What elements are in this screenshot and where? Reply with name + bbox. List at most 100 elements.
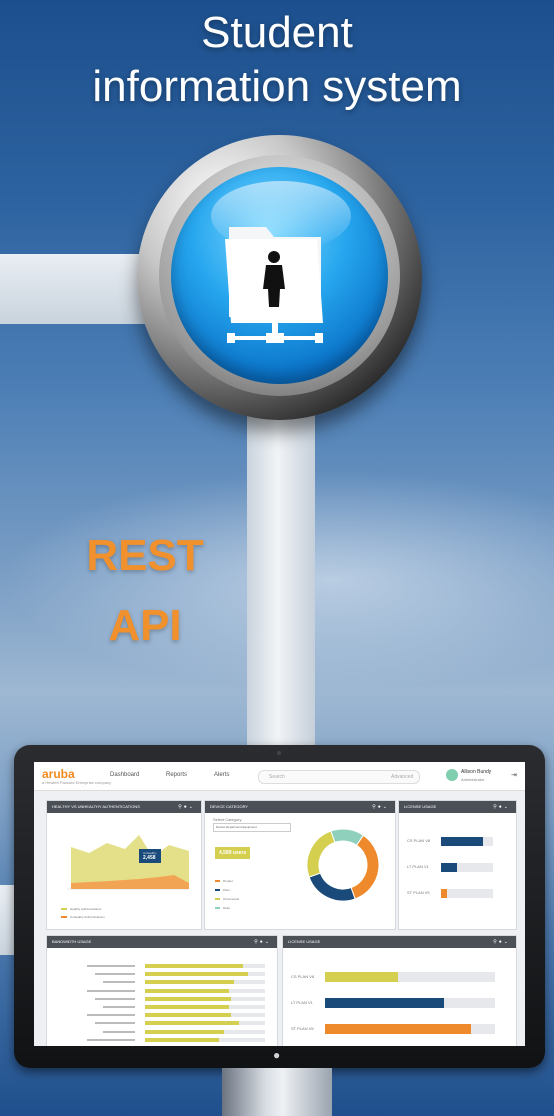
- page-title: Student information system: [0, 6, 554, 114]
- bandwidth-panel: BANDWIDTH USAGE ⚲●⌄: [46, 935, 278, 1046]
- bandwidth-label-placeholder: [87, 1014, 135, 1017]
- legend-swatch: [215, 880, 220, 882]
- bandwidth-bar: [145, 972, 249, 977]
- search-placeholder: Search: [269, 774, 285, 780]
- bandwidth-bar: [145, 1037, 220, 1042]
- license-bar: [325, 1024, 472, 1034]
- select-value: Device Department Equipment: [216, 825, 257, 829]
- device-donut-chart: [306, 828, 380, 902]
- legend-item: Droplet: [215, 879, 239, 883]
- connector-vertical: [247, 400, 315, 750]
- license-bar: [325, 972, 399, 982]
- panel-header: BANDWIDTH USAGE ⚲●⌄: [47, 936, 277, 948]
- bandwidth-label-placeholder: [87, 965, 135, 967]
- title-line-1: Student: [201, 8, 353, 57]
- panel-title: HEALTHY VS UNHEALTHY AUTHENTICATIONS: [52, 804, 140, 809]
- bandwidth-label-placeholder: [95, 973, 135, 976]
- tooltip-label: Unhealthy: [143, 851, 157, 855]
- bandwidth-bar: [145, 1005, 229, 1009]
- legend-item: Palm: [215, 888, 239, 892]
- bandwidth-label-placeholder: [103, 1006, 135, 1008]
- brand-logo[interactable]: aruba: [42, 767, 75, 781]
- legend-label: Droplet: [223, 879, 233, 883]
- panel-title: DEVICE CATEGORY: [210, 804, 249, 809]
- nav-dashboard[interactable]: Dashboard: [110, 772, 139, 778]
- legend-label: Palm: [223, 888, 230, 892]
- license-panel-large: LICENSE USAGE ⚲●⌄ CS PLAN V8 LT PLAN V1 ST …: [282, 935, 517, 1046]
- user-role: Administrator: [461, 777, 485, 782]
- license-bar: [441, 863, 457, 872]
- bandwidth-label-placeholder: [103, 981, 135, 984]
- bandwidth-label-placeholder: [95, 1022, 135, 1025]
- brand-subtitle: a Hewlett Packard Enterprise company: [42, 780, 112, 785]
- license-bar: [441, 889, 448, 898]
- panel-header: LICENSE USAGE ⚲●⌄: [399, 801, 516, 813]
- license-bar-label: LT PLAN V1: [291, 1000, 313, 1005]
- button-face: [171, 167, 388, 384]
- bandwidth-bar: [145, 996, 232, 1001]
- tooltip-value: 2,458: [143, 855, 156, 861]
- student-folder-network-icon: [225, 227, 323, 343]
- legend-label: Unhealthy Authentications: [70, 915, 105, 919]
- monitor-stand: [222, 1068, 332, 1116]
- title-line-2: information system: [92, 62, 462, 111]
- panel-header: LICENSE USAGE ⚲●⌄: [283, 936, 516, 948]
- license-bar-label: LT PLAN V1: [407, 864, 429, 869]
- bandwidth-bar: [145, 1029, 225, 1034]
- bandwidth-bar: [145, 988, 229, 993]
- panel-controls-icon[interactable]: ⚲●⌄: [178, 801, 195, 813]
- bandwidth-bar: [145, 980, 234, 985]
- legend-label: Chromecast: [223, 897, 240, 901]
- license-bar: [441, 837, 483, 846]
- donut-slice: [308, 872, 356, 902]
- advanced-search-link[interactable]: Advanced: [391, 774, 413, 780]
- student-information-system-button[interactable]: [137, 135, 422, 420]
- bandwidth-label-placeholder: [87, 989, 135, 992]
- nav-alerts[interactable]: Alerts: [214, 772, 229, 778]
- panel-title: LICENSE USAGE: [404, 804, 437, 809]
- camera: [277, 751, 281, 755]
- auth-area-chart: [67, 835, 189, 890]
- panel-title: BANDWIDTH USAGE: [52, 939, 92, 944]
- monitor: aruba a Hewlett Packard Enterprise compa…: [14, 745, 545, 1068]
- avatar[interactable]: [446, 769, 458, 781]
- panel-controls-icon[interactable]: ⚲●⌄: [493, 801, 510, 813]
- legend-swatch: [215, 898, 220, 900]
- nav-reports[interactable]: Reports: [166, 772, 187, 778]
- apple-logo-icon: ●: [273, 1048, 281, 1062]
- rest-api-label: REST API: [60, 521, 230, 661]
- bandwidth-label-placeholder: [95, 997, 135, 1000]
- category-select[interactable]: Device Department Equipment: [213, 823, 291, 832]
- panel-controls-icon[interactable]: ⚲●⌄: [372, 801, 389, 813]
- panel-header: HEALTHY VS UNHEALTHY AUTHENTICATIONS ⚲●⌄: [47, 801, 201, 813]
- panel-title: LICENSE USAGE: [288, 939, 321, 944]
- rest-label: REST: [86, 531, 204, 580]
- legend-label: Roku: [223, 906, 231, 910]
- panel-controls-icon[interactable]: ⚲●⌄: [493, 936, 510, 948]
- license-bar-label: CS PLAN V8: [291, 974, 315, 979]
- panel-header: DEVICE CATEGORY ⚲●⌄: [205, 801, 395, 813]
- bandwidth-bar: [145, 1013, 232, 1018]
- button-ring: [159, 155, 400, 396]
- legend-label: Healthy Authentications: [70, 907, 102, 911]
- license-bar-label: CS PLAN V8: [407, 838, 431, 843]
- legend-item: Chromecast: [215, 897, 239, 901]
- search-input[interactable]: Search Advanced: [258, 770, 420, 784]
- top-bar: aruba a Hewlett Packard Enterprise compa…: [34, 762, 525, 791]
- users-callout: 4,589 users: [215, 847, 251, 859]
- device-panel: DEVICE CATEGORY ⚲●⌄ Select Category Devic…: [204, 800, 396, 930]
- logout-icon[interactable]: ⇥: [511, 771, 517, 779]
- legend-item: Roku: [215, 906, 239, 910]
- bandwidth-label-placeholder: [103, 1030, 135, 1033]
- legend-item: Unhealthy Authentications: [61, 915, 105, 919]
- donut-slice: [330, 828, 365, 846]
- auth-panel: HEALTHY VS UNHEALTHY AUTHENTICATIONS ⚲●⌄ …: [46, 800, 202, 930]
- panel-controls-icon[interactable]: ⚲●⌄: [254, 936, 271, 948]
- donut-slice: [306, 830, 336, 878]
- license-bar-label: ST PLAN V5: [407, 890, 430, 895]
- bandwidth-bar: [145, 1021, 239, 1026]
- device-legend: Droplet Palm Chromecast Roku: [215, 879, 239, 915]
- select-label: Select Category: [213, 817, 242, 822]
- legend-swatch: [215, 889, 220, 891]
- tooltip: Unhealthy 2,458: [139, 849, 161, 863]
